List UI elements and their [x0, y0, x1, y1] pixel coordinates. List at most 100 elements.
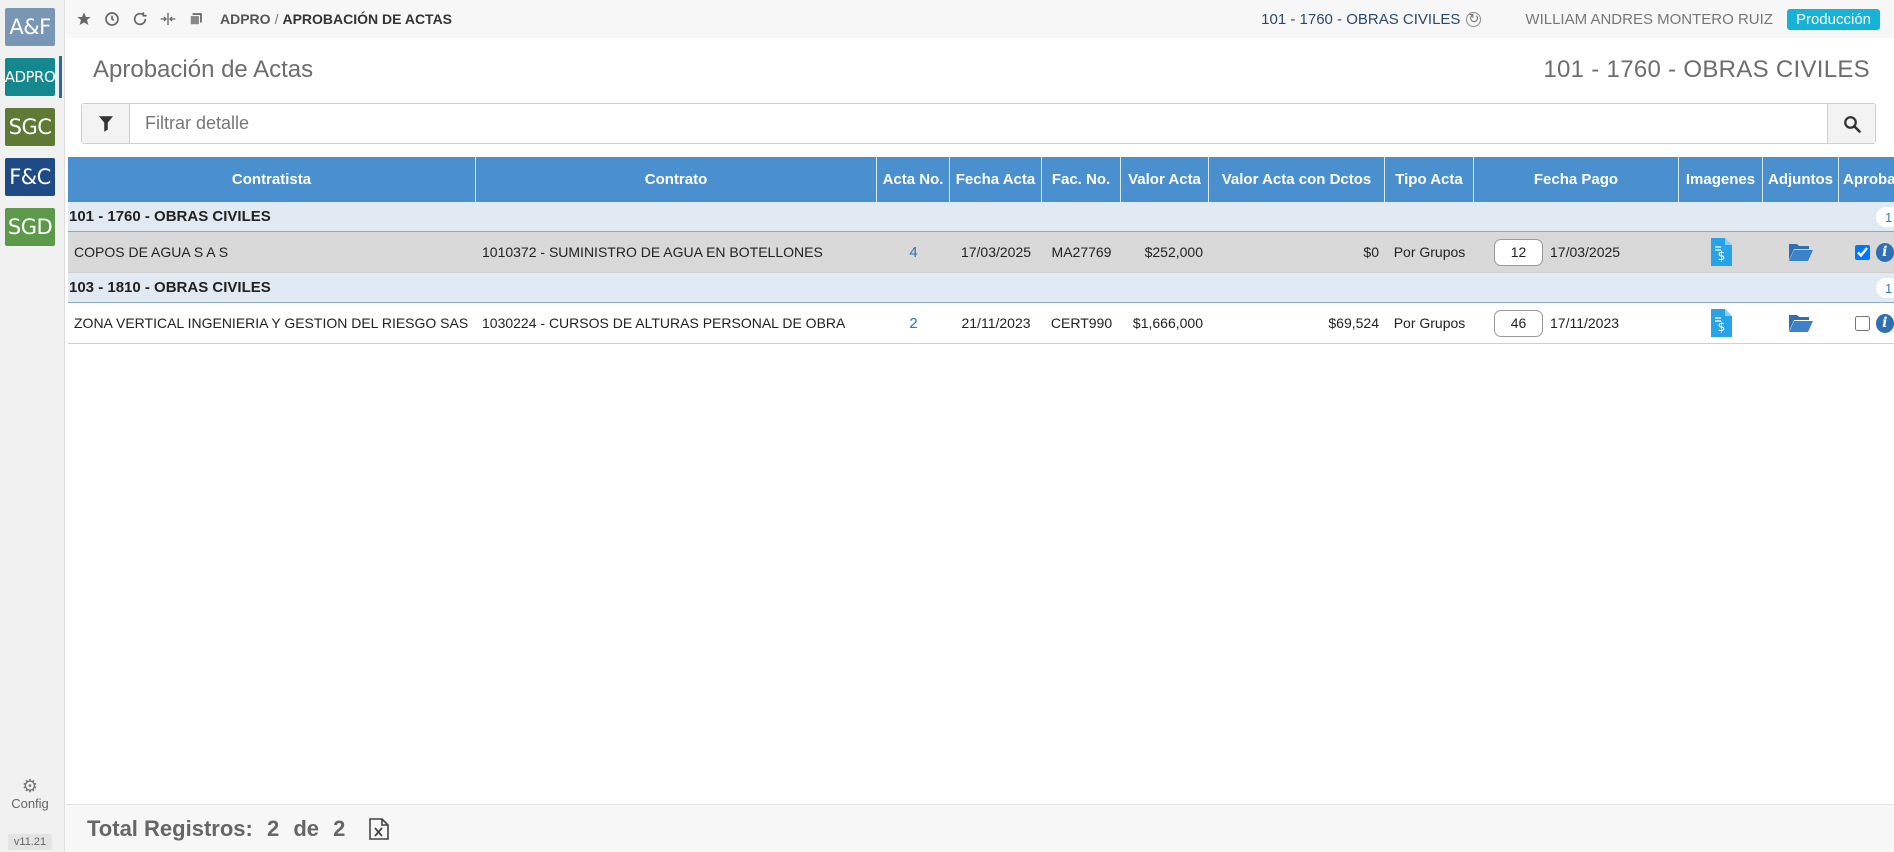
acta-no-link[interactable]: 2 [909, 315, 917, 332]
top-bar: ADPRO / APROBACIÓN DE ACTAS 101 - 1760 - O… [66, 0, 1894, 38]
group-title: 101 - 1760 - OBRAS CIVILES [69, 208, 271, 225]
app-switch-adpro[interactable]: ADPRO [5, 56, 62, 98]
group-header[interactable]: 101 - 1760 - OBRAS CIVILES 1 [68, 202, 1894, 232]
breadcrumb: ADPRO / APROBACIÓN DE ACTAS [220, 11, 452, 27]
breadcrumb-separator: / [274, 11, 279, 27]
app-switch-sgc[interactable]: SGC [5, 108, 55, 146]
days-box[interactable]: 12 [1494, 238, 1543, 266]
footer: Total Registros: 2 de 2 [66, 804, 1894, 852]
cell-acta-no: 2 [877, 303, 950, 343]
context-label: 101 - 1760 - OBRAS CIVILES [1261, 10, 1461, 28]
of-label: de [293, 815, 320, 841]
cell-aprobar: i [1839, 303, 1894, 343]
invoice-document-icon[interactable]: $ [1710, 309, 1732, 337]
app-switch-af[interactable]: A&F [5, 8, 55, 46]
cell-imagenes: $ [1679, 232, 1763, 272]
app-switch-sgd[interactable]: SGD [5, 208, 55, 246]
cell-imagenes: $ [1679, 303, 1763, 343]
page-title: Aprobación de Actas [93, 56, 314, 83]
grid-header: Contratista Contrato Acta No. Fecha Acta… [68, 157, 1894, 202]
search-icon [1843, 115, 1861, 133]
cell-valor-acta: $1,666,000 [1132, 315, 1203, 331]
cell-adjuntos [1763, 232, 1839, 272]
col-imagenes[interactable]: Imagenes [1679, 157, 1763, 202]
breadcrumb-current: APROBACIÓN DE ACTAS [282, 11, 453, 27]
filter-bar [81, 103, 1876, 144]
approve-checkbox[interactable] [1855, 244, 1870, 260]
history-clock-icon[interactable] [102, 9, 122, 29]
acta-no-link[interactable]: 4 [909, 244, 917, 261]
total-records: Total Registros: 2 de 2 [87, 816, 353, 842]
environment-badge: Producción [1786, 8, 1880, 30]
group-count-badge: 1 [1876, 278, 1894, 298]
total-label: Total Registros: [87, 815, 253, 841]
col-tipo-acta[interactable]: Tipo Acta [1385, 157, 1474, 202]
cell-valor-dctos: $69,524 [1328, 315, 1379, 331]
col-valor-acta[interactable]: Valor Acta [1121, 157, 1209, 202]
group-title: 103 - 1810 - OBRAS CIVILES [69, 279, 271, 296]
cell-adjuntos [1763, 303, 1839, 343]
cell-tipo-acta: Por Grupos [1393, 315, 1466, 331]
invoice-document-icon[interactable]: $ [1710, 238, 1732, 266]
app-rail: A&F ADPRO SGC F&C SGD ⚙ Config v11.21 [0, 0, 65, 852]
folder-open-icon[interactable] [1788, 313, 1814, 333]
cell-valor-acta: $252,000 [1144, 244, 1203, 260]
funnel-icon [98, 115, 113, 132]
info-icon[interactable]: i [1875, 242, 1894, 262]
cell-valor-dctos: $0 [1363, 244, 1379, 260]
days-box[interactable]: 46 [1494, 309, 1543, 337]
cell-fecha-pago: 12 17/03/2025 [1474, 232, 1679, 272]
col-valor-dctos[interactable]: Valor Acta con Dctos [1209, 157, 1385, 202]
windows-icon[interactable] [186, 9, 206, 29]
cell-fecha-acta: 21/11/2023 [961, 315, 1031, 331]
table-row[interactable]: COPOS DE AGUA S A S 1010372 - SUMINISTRO… [68, 232, 1894, 273]
svg-text:$: $ [1717, 320, 1725, 334]
col-adjuntos[interactable]: Adjuntos [1763, 157, 1839, 202]
config-button[interactable]: ⚙ Config [0, 776, 60, 811]
col-contrato[interactable]: Contrato [476, 157, 877, 202]
cell-aprobar: i [1839, 232, 1894, 272]
change-context-icon[interactable]: ↻ [1466, 11, 1482, 27]
cell-tipo-acta: Por Grupos [1393, 244, 1466, 260]
info-icon[interactable]: i [1875, 313, 1894, 333]
col-fecha-pago[interactable]: Fecha Pago [1474, 157, 1679, 202]
cell-fecha-acta: 17/03/2025 [960, 244, 1032, 260]
app-root: A&F ADPRO SGC F&C SGD ⚙ Config v11.21 AD… [0, 0, 1894, 852]
top-bar-right: 101 - 1760 - OBRAS CIVILES ↻ WILLIAM AND… [1261, 0, 1894, 38]
svg-text:$: $ [1717, 249, 1725, 263]
search-button[interactable] [1827, 104, 1875, 143]
fecha-pago-text: 17/03/2025 [1550, 244, 1621, 260]
filter-button[interactable] [82, 104, 130, 143]
col-aprobar[interactable]: Aprobar [1839, 157, 1894, 202]
col-fecha-acta[interactable]: Fecha Acta [950, 157, 1042, 202]
user-name[interactable]: WILLIAM ANDRES MONTERO RUIZ [1525, 11, 1773, 28]
version-badge: v11.21 [8, 834, 52, 850]
col-acta-no[interactable]: Acta No. [877, 157, 950, 202]
cell-contratista: ZONA VERTICAL INGENIERIA Y GESTION DEL R… [74, 315, 469, 331]
actas-grid: Contratista Contrato Acta No. Fecha Acta… [68, 157, 1894, 344]
cell-fac-no: CERT990 [1050, 315, 1113, 331]
total-count: 2 [333, 815, 346, 841]
split-view-icon[interactable] [158, 9, 178, 29]
reload-icon[interactable] [130, 9, 150, 29]
favorite-star-icon[interactable] [74, 9, 94, 29]
cell-acta-no: 4 [877, 232, 950, 272]
breadcrumb-root[interactable]: ADPRO [220, 11, 271, 27]
col-contratista[interactable]: Contratista [68, 157, 476, 202]
group-header[interactable]: 103 - 1810 - OBRAS CIVILES 1 [68, 273, 1894, 303]
folder-open-icon[interactable] [1788, 242, 1814, 262]
approve-checkbox[interactable] [1855, 315, 1870, 331]
cell-contrato: 1010372 - SUMINISTRO DE AGUA EN BOTELLON… [482, 244, 823, 260]
config-label: Config [11, 796, 49, 811]
app-switch-fc[interactable]: F&C [5, 158, 55, 196]
cell-fac-no: MA27769 [1051, 244, 1112, 260]
fecha-pago-text: 17/11/2023 [1550, 315, 1620, 331]
cell-contrato: 1030224 - CURSOS DE ALTURAS PERSONAL DE … [482, 315, 846, 331]
excel-export-icon[interactable] [369, 817, 390, 840]
cell-contratista: COPOS DE AGUA S A S [74, 244, 229, 260]
shown-count: 2 [266, 815, 280, 841]
col-fac-no[interactable]: Fac. No. [1042, 157, 1121, 202]
filter-input[interactable] [130, 104, 1827, 143]
group-count-badge: 1 [1876, 207, 1894, 227]
table-row[interactable]: ZONA VERTICAL INGENIERIA Y GESTION DEL R… [68, 303, 1894, 344]
